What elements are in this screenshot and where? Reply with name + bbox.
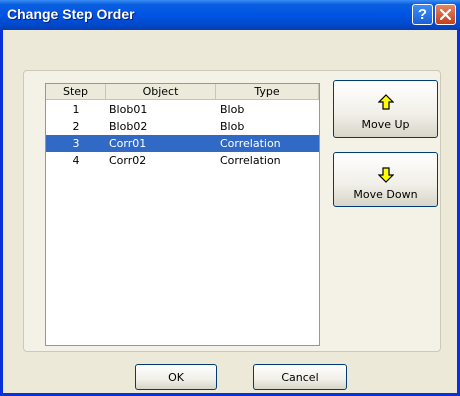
ok-button[interactable]: OK [135, 364, 217, 390]
move-up-button[interactable]: Move Up [333, 80, 438, 138]
type-cell: Correlation [220, 154, 281, 167]
close-icon [440, 9, 451, 20]
column-header-object[interactable]: Object [106, 84, 216, 99]
table-row[interactable]: 3 Corr01 Correlation [46, 135, 319, 152]
move-down-label: Move Down [353, 188, 418, 201]
type-cell: Blob [220, 103, 245, 116]
type-cell: Correlation [220, 137, 281, 150]
help-icon: ? [417, 6, 428, 23]
dialog-title: Change Step Order [7, 6, 135, 22]
cancel-label: Cancel [281, 371, 319, 384]
table-row[interactable]: 4 Corr02 Correlation [46, 152, 319, 169]
object-cell: Blob01 [109, 103, 148, 116]
arrow-up-icon [377, 94, 394, 110]
step-cell: 1 [72, 103, 80, 116]
title-bar[interactable]: Change Step Order ? [0, 0, 460, 30]
column-header-step[interactable]: Step [46, 84, 106, 99]
object-cell: Corr02 [109, 154, 147, 167]
step-cell: 3 [72, 137, 80, 150]
arrow-down-icon [377, 167, 394, 183]
step-list[interactable]: Step Object Type 1 Blob01 Blob 2 Blob02 Blob 3… [45, 83, 320, 346]
list-header: Step Object Type [46, 84, 319, 100]
step-cell: 2 [72, 120, 80, 133]
cancel-button[interactable]: Cancel [253, 364, 347, 390]
step-cell: 4 [72, 154, 80, 167]
table-row[interactable]: 1 Blob01 Blob [46, 101, 319, 118]
help-button[interactable]: ? [412, 4, 433, 25]
object-cell: Blob02 [109, 120, 148, 133]
ok-label: OK [168, 371, 184, 384]
move-up-label: Move Up [361, 118, 410, 131]
type-cell: Blob [220, 120, 245, 133]
object-cell: Corr01 [109, 137, 147, 150]
close-button[interactable] [435, 4, 456, 25]
column-header-type[interactable]: Type [216, 84, 319, 99]
table-row[interactable]: 2 Blob02 Blob [46, 118, 319, 135]
move-down-button[interactable]: Move Down [333, 152, 438, 207]
